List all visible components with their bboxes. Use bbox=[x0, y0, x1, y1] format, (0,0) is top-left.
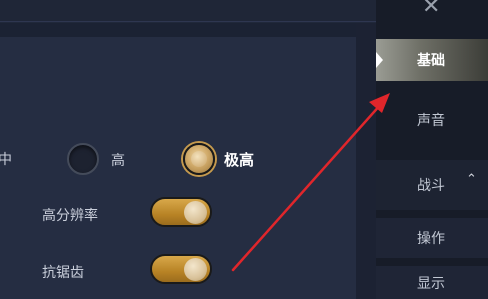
sidebar: 基础 声音 战斗 操作 显示 bbox=[376, 0, 488, 299]
active-indicator bbox=[376, 52, 383, 68]
close-icon[interactable]: ✕ bbox=[422, 0, 440, 19]
sidebar-item-label: 战斗 bbox=[417, 178, 445, 194]
sidebar-item-label: 显示 bbox=[417, 275, 445, 292]
sidebar-item-display[interactable]: 显示 bbox=[376, 266, 488, 299]
sidebar-item-basic[interactable]: 基础 bbox=[376, 39, 488, 81]
chevron-up-icon[interactable]: ⌃ bbox=[466, 172, 477, 187]
sidebar-item-label: 声音 bbox=[417, 113, 445, 129]
sidebar-item-label: 基础 bbox=[417, 53, 445, 69]
toggle-knob bbox=[184, 258, 207, 281]
sidebar-item-label: 操作 bbox=[417, 231, 445, 247]
radio-dot bbox=[191, 151, 207, 167]
quality-label-ultra: 极高 bbox=[224, 151, 255, 169]
antialiasing-label: 抗锯齿 bbox=[42, 265, 84, 281]
high-resolution-label: 高分辨率 bbox=[42, 208, 98, 224]
gap-strip bbox=[0, 23, 376, 37]
panel-edge bbox=[356, 23, 376, 299]
antialiasing-toggle[interactable] bbox=[150, 254, 212, 284]
quality-label-high: 高 bbox=[111, 153, 125, 169]
quality-radio-ultra[interactable] bbox=[183, 143, 215, 175]
top-strip bbox=[0, 0, 376, 22]
toggle-knob bbox=[184, 201, 207, 224]
quality-row-label: 中 bbox=[0, 152, 12, 168]
high-resolution-toggle[interactable] bbox=[150, 197, 212, 227]
quality-radio-high[interactable] bbox=[67, 143, 99, 175]
sidebar-item-controls[interactable]: 操作 bbox=[376, 218, 488, 258]
settings-panel: 中 高 极高 高分辨率 抗锯齿 bbox=[0, 37, 356, 299]
sidebar-item-sound[interactable]: 声音 bbox=[376, 100, 488, 140]
